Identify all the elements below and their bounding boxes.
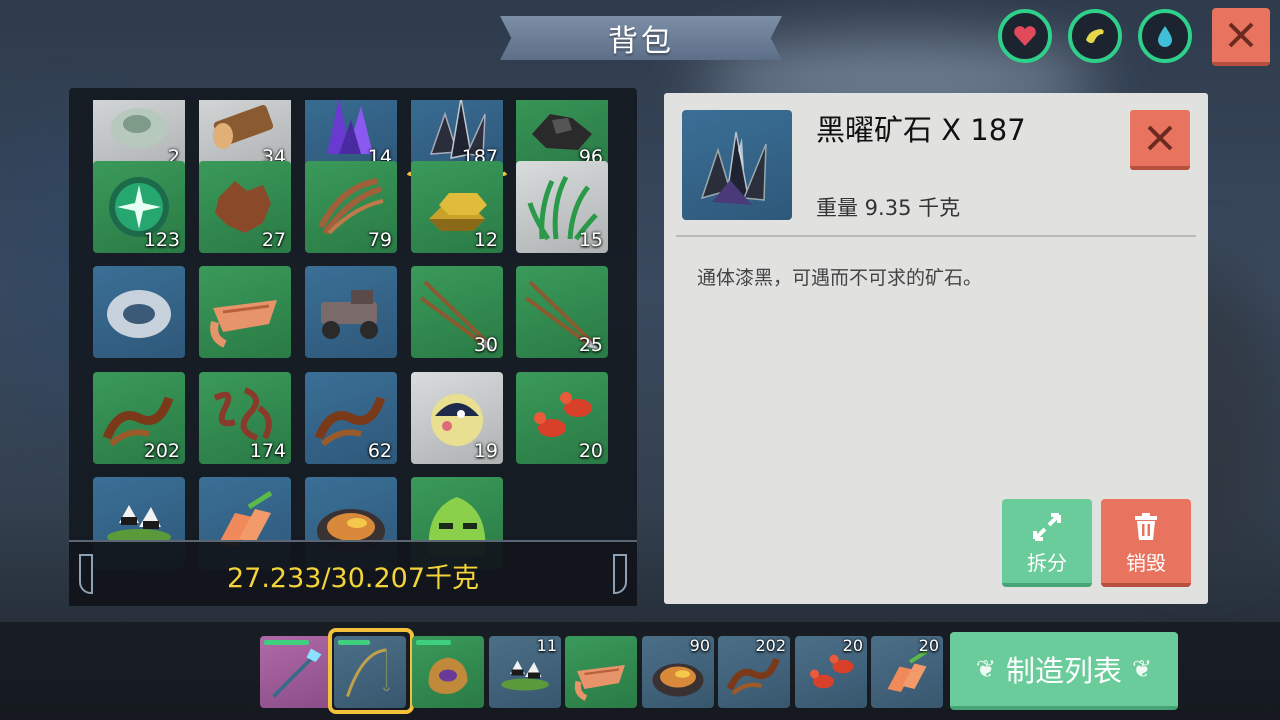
hotbar-slot[interactable]: 20 (795, 636, 867, 708)
inventory-slot[interactable]: 14 (305, 100, 397, 170)
inventory-slot[interactable]: 34 (199, 100, 291, 170)
inventory-slot[interactable]: 174 (199, 372, 291, 464)
item-count: 62 (367, 440, 392, 462)
item-count: 11 (536, 636, 557, 655)
item-count: 20 (842, 636, 863, 655)
inventory-slot[interactable] (93, 266, 185, 358)
close-icon (1147, 125, 1173, 151)
inventory-slot[interactable] (305, 266, 397, 358)
item-description: 通体漆黑，可遇而不可求的矿石。 (697, 267, 983, 289)
item-count: 202 (755, 636, 786, 655)
health-status (998, 9, 1052, 63)
inventory-slot[interactable] (199, 266, 291, 358)
hotbar-selection-frame (328, 628, 414, 714)
item-count: 174 (249, 440, 286, 462)
crafting-list-button[interactable]: ❦ 制造列表 ❦ (950, 632, 1178, 710)
hotbar-slot[interactable]: 20 (871, 636, 943, 708)
split-arrows-icon (1033, 513, 1061, 541)
wooden-boat-icon (210, 300, 277, 348)
water-flask-icon (428, 657, 468, 694)
item-count: 79 (367, 229, 392, 251)
item-count: 20 (578, 440, 603, 462)
item-count: 12 (473, 229, 498, 251)
inventory-panel: 2 34 14 187 96 123 27 79 12 15 30 25 202 174 62 19 20 27… (69, 88, 637, 606)
close-button[interactable] (1212, 8, 1270, 66)
inventory-slot[interactable]: 19 (411, 372, 503, 464)
page-title: 背包 (608, 24, 674, 59)
inventory-slot[interactable]: 12 (411, 161, 503, 253)
inventory-slot[interactable]: 25 (516, 266, 608, 358)
item-count: 30 (473, 334, 498, 356)
inventory-slot[interactable]: 27 (199, 161, 291, 253)
inventory-slot[interactable]: 62 (305, 372, 397, 464)
hotbar-slot[interactable] (412, 636, 484, 708)
durability-bar (264, 640, 309, 645)
item-count: 19 (473, 440, 498, 462)
hotbar-slot[interactable]: 90 (642, 636, 714, 708)
destroy-label: 销毁 (1126, 551, 1166, 575)
item-count: 20 (918, 636, 939, 655)
divider (676, 235, 1196, 237)
inventory-slot[interactable]: 30 (411, 266, 503, 358)
inventory-slot[interactable]: 20 (516, 372, 608, 464)
health-icon (1014, 26, 1036, 46)
weight-bar: 27.233/30.207千克 (69, 540, 637, 606)
item-name: 黑曜矿石 X 187 (816, 113, 1026, 147)
hotbar-slot[interactable]: 11 (489, 636, 561, 708)
carry-weight: 27.233/30.207千克 (226, 563, 480, 594)
item-count: 202 (143, 440, 180, 462)
inventory-slot[interactable]: 2 (93, 100, 185, 170)
item-detail-icon (682, 110, 792, 220)
hunger-status (1068, 9, 1122, 63)
title-banner: 背包 (500, 16, 782, 60)
hotbar-slot[interactable]: 202 (718, 636, 790, 708)
thirst-status (1138, 9, 1192, 63)
inventory-slot[interactable]: 96 (516, 100, 608, 170)
close-icon (1228, 22, 1254, 48)
item-weight: 重量 9.35 千克 (816, 196, 961, 220)
magic-staff-icon (272, 648, 322, 698)
destroy-button[interactable]: 销毁 (1101, 499, 1191, 587)
inventory-slot[interactable]: 79 (305, 161, 397, 253)
trash-icon (1135, 513, 1157, 540)
crafting-list-label: 制造列表 (1005, 654, 1122, 688)
item-detail-panel: 黑曜矿石 X 187 重量 9.35 千克 通体漆黑，可遇而不可求的矿石。 拆分… (664, 93, 1208, 604)
item-count: 123 (143, 229, 180, 251)
durability-bar (416, 640, 451, 645)
item-count: 15 (578, 229, 603, 251)
inventory-slot[interactable]: 123 (93, 161, 185, 253)
vehicle-icon (321, 290, 378, 339)
item-count: 90 (689, 636, 710, 655)
split-label: 拆分 (1027, 551, 1067, 575)
ornament-icon: ❦ (1132, 655, 1153, 683)
inventory-slot[interactable]: 15 (516, 161, 608, 253)
hotbar-slot[interactable] (565, 636, 637, 708)
wooden-boat-icon (574, 665, 625, 701)
hotbar-slot[interactable] (260, 636, 332, 708)
inventory-slot[interactable]: 202 (93, 372, 185, 464)
thirst-icon (1158, 26, 1172, 47)
obsidian-ore-icon (700, 131, 767, 205)
ornament-icon: ❦ (975, 655, 996, 683)
hunger-icon (1086, 29, 1104, 44)
shell-stone-icon (107, 290, 171, 338)
detail-close-button[interactable] (1130, 110, 1190, 170)
split-button[interactable]: 拆分 (1002, 499, 1092, 587)
item-count: 25 (578, 334, 603, 356)
item-count: 27 (261, 229, 286, 251)
